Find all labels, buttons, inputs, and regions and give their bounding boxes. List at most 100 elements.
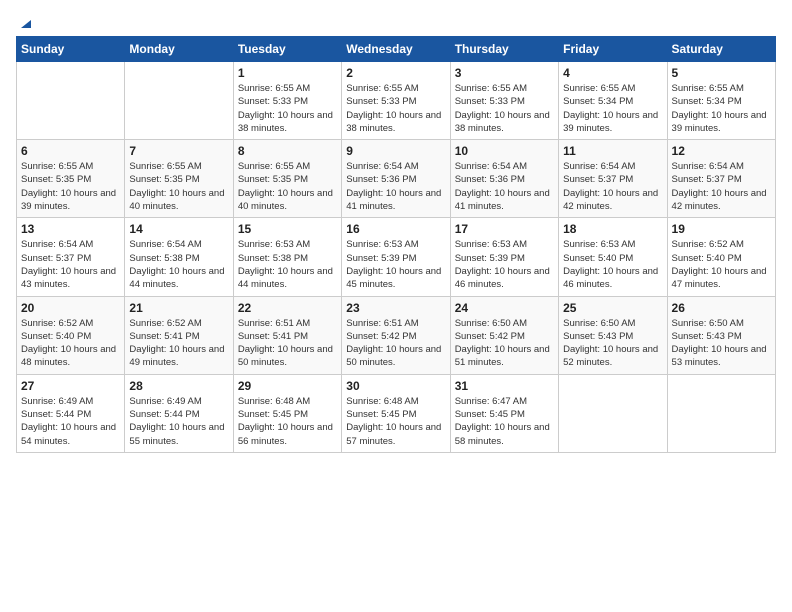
calendar-cell: 10 Sunrise: 6:54 AM Sunset: 5:36 PM Dayli… — [450, 140, 558, 218]
calendar-header-monday: Monday — [125, 37, 233, 62]
calendar-cell: 23 Sunrise: 6:51 AM Sunset: 5:42 PM Dayli… — [342, 296, 450, 374]
calendar-cell: 1Sunrise: 6:55 AM Sunset: 5:33 PM Daylig… — [233, 62, 341, 140]
day-number: 25 — [563, 301, 662, 315]
day-info: Sunrise: 6:52 AM Sunset: 5:41 PM Dayligh… — [129, 317, 228, 370]
day-info: Sunrise: 6:54 AM Sunset: 5:37 PM Dayligh… — [21, 238, 120, 291]
calendar-cell: 15 Sunrise: 6:53 AM Sunset: 5:38 PM Dayli… — [233, 218, 341, 296]
day-number: 3 — [455, 66, 554, 80]
calendar-cell: 4 Sunrise: 6:55 AM Sunset: 5:34 PM Daylig… — [559, 62, 667, 140]
calendar-cell: 6 Sunrise: 6:55 AM Sunset: 5:35 PM Daylig… — [17, 140, 125, 218]
calendar-cell — [559, 374, 667, 452]
day-number: 10 — [455, 144, 554, 158]
calendar-cell: 24 Sunrise: 6:50 AM Sunset: 5:42 PM Dayli… — [450, 296, 558, 374]
day-number: 29 — [238, 379, 337, 393]
calendar-header-thursday: Thursday — [450, 37, 558, 62]
day-number: 24 — [455, 301, 554, 315]
calendar-cell — [17, 62, 125, 140]
calendar-body: 1 Sunrise: 6:55 AM Sunset: 5:33 PM Daylig… — [17, 62, 776, 453]
day-info: Sunrise: 6:55 AM Sunset: 5:35 PM Dayligh… — [21, 160, 120, 213]
day-number: 4 — [563, 66, 662, 80]
day-info: Sunrise: 6:50 AM Sunset: 5:43 PM Dayligh… — [563, 317, 662, 370]
day-info: Sunrise: 6:55 AM Sunset: 5:35 PM Dayligh… — [238, 160, 337, 213]
calendar-cell: 28Sunrise: 6:49 AM Sunset: 5:44 PM Dayli… — [125, 374, 233, 452]
calendar-cell: 7 Sunrise: 6:55 AM Sunset: 5:35 PM Daylig… — [125, 140, 233, 218]
day-number: 20 — [21, 301, 120, 315]
day-number: 26 — [672, 301, 771, 315]
day-number: 15 — [238, 222, 337, 236]
calendar-cell: 14 Sunrise: 6:54 AM Sunset: 5:38 PM Dayli… — [125, 218, 233, 296]
day-number: 11 — [563, 144, 662, 158]
day-number: 18 — [563, 222, 662, 236]
day-number: 17 — [455, 222, 554, 236]
calendar-cell: 31 Sunrise: 6:47 AM Sunset: 5:45 PM Dayli… — [450, 374, 558, 452]
day-number: 23 — [346, 301, 445, 315]
day-info: Sunrise: 6:55 AM Sunset: 5:34 PM Dayligh… — [672, 82, 771, 135]
day-info: Sunrise: 6:55 AM Sunset: 5:33 PM Dayligh… — [346, 82, 445, 135]
day-info: Sunrise: 6:52 AM Sunset: 5:40 PM Dayligh… — [21, 317, 120, 370]
day-number: 7 — [129, 144, 228, 158]
page-header — [16, 16, 776, 26]
day-info: Sunrise: 6:53 AM Sunset: 5:39 PM Dayligh… — [455, 238, 554, 291]
day-info: Sunrise: 6:47 AM Sunset: 5:45 PM Dayligh… — [455, 395, 554, 448]
day-info: Sunrise: 6:55 AM Sunset: 5:35 PM Dayligh… — [129, 160, 228, 213]
calendar-cell: 11 Sunrise: 6:54 AM Sunset: 5:37 PM Dayli… — [559, 140, 667, 218]
day-number: 16 — [346, 222, 445, 236]
calendar-header-tuesday: Tuesday — [233, 37, 341, 62]
calendar-cell: 30 Sunrise: 6:48 AM Sunset: 5:45 PM Dayli… — [342, 374, 450, 452]
day-info: Sunrise: 6:54 AM Sunset: 5:37 PM Dayligh… — [563, 160, 662, 213]
day-number: 22 — [238, 301, 337, 315]
calendar-header-friday: Friday — [559, 37, 667, 62]
day-number: 1 — [238, 66, 337, 80]
day-number: 13 — [21, 222, 120, 236]
calendar-cell: 5Sunrise: 6:55 AM Sunset: 5:34 PM Daylig… — [667, 62, 775, 140]
day-number: 28 — [129, 379, 228, 393]
day-info: Sunrise: 6:49 AM Sunset: 5:44 PM Dayligh… — [21, 395, 120, 448]
day-info: Sunrise: 6:48 AM Sunset: 5:45 PM Dayligh… — [238, 395, 337, 448]
day-info: Sunrise: 6:54 AM Sunset: 5:36 PM Dayligh… — [346, 160, 445, 213]
calendar-cell: 26 Sunrise: 6:50 AM Sunset: 5:43 PM Dayli… — [667, 296, 775, 374]
calendar-cell — [667, 374, 775, 452]
day-info: Sunrise: 6:54 AM Sunset: 5:37 PM Dayligh… — [672, 160, 771, 213]
calendar-cell: 19Sunrise: 6:52 AM Sunset: 5:40 PM Dayli… — [667, 218, 775, 296]
calendar-cell: 21 Sunrise: 6:52 AM Sunset: 5:41 PM Dayli… — [125, 296, 233, 374]
day-info: Sunrise: 6:48 AM Sunset: 5:45 PM Dayligh… — [346, 395, 445, 448]
calendar-cell: 12Sunrise: 6:54 AM Sunset: 5:37 PM Dayli… — [667, 140, 775, 218]
calendar-cell — [125, 62, 233, 140]
logo — [16, 16, 33, 26]
calendar-header-row: SundayMondayTuesdayWednesdayThursdayFrid… — [17, 37, 776, 62]
day-number: 8 — [238, 144, 337, 158]
day-info: Sunrise: 6:54 AM Sunset: 5:38 PM Dayligh… — [129, 238, 228, 291]
calendar-cell: 20 Sunrise: 6:52 AM Sunset: 5:40 PM Dayli… — [17, 296, 125, 374]
calendar-header-saturday: Saturday — [667, 37, 775, 62]
calendar-week-2: 6 Sunrise: 6:55 AM Sunset: 5:35 PM Daylig… — [17, 140, 776, 218]
calendar-header-wednesday: Wednesday — [342, 37, 450, 62]
day-info: Sunrise: 6:51 AM Sunset: 5:42 PM Dayligh… — [346, 317, 445, 370]
calendar-cell: 29 Sunrise: 6:48 AM Sunset: 5:45 PM Dayli… — [233, 374, 341, 452]
calendar-cell: 8 Sunrise: 6:55 AM Sunset: 5:35 PM Daylig… — [233, 140, 341, 218]
day-number: 30 — [346, 379, 445, 393]
calendar-cell: 22Sunrise: 6:51 AM Sunset: 5:41 PM Dayli… — [233, 296, 341, 374]
calendar-table: SundayMondayTuesdayWednesdayThursdayFrid… — [16, 36, 776, 453]
day-number: 6 — [21, 144, 120, 158]
day-number: 31 — [455, 379, 554, 393]
calendar-week-4: 20 Sunrise: 6:52 AM Sunset: 5:40 PM Dayli… — [17, 296, 776, 374]
calendar-week-1: 1 Sunrise: 6:55 AM Sunset: 5:33 PM Daylig… — [17, 62, 776, 140]
day-number: 21 — [129, 301, 228, 315]
day-info: Sunrise: 6:53 AM Sunset: 5:39 PM Dayligh… — [346, 238, 445, 291]
day-info: Sunrise: 6:54 AM Sunset: 5:36 PM Dayligh… — [455, 160, 554, 213]
day-info: Sunrise: 6:53 AM Sunset: 5:38 PM Dayligh… — [238, 238, 337, 291]
calendar-cell: 25 Sunrise: 6:50 AM Sunset: 5:43 PM Dayli… — [559, 296, 667, 374]
calendar-cell: 9Sunrise: 6:54 AM Sunset: 5:36 PM Daylig… — [342, 140, 450, 218]
calendar-header-sunday: Sunday — [17, 37, 125, 62]
calendar-cell: 18Sunrise: 6:53 AM Sunset: 5:40 PM Dayli… — [559, 218, 667, 296]
day-info: Sunrise: 6:52 AM Sunset: 5:40 PM Dayligh… — [672, 238, 771, 291]
day-info: Sunrise: 6:55 AM Sunset: 5:33 PM Dayligh… — [455, 82, 554, 135]
day-info: Sunrise: 6:50 AM Sunset: 5:42 PM Dayligh… — [455, 317, 554, 370]
calendar-cell: 2Sunrise: 6:55 AM Sunset: 5:33 PM Daylig… — [342, 62, 450, 140]
day-info: Sunrise: 6:50 AM Sunset: 5:43 PM Dayligh… — [672, 317, 771, 370]
day-info: Sunrise: 6:55 AM Sunset: 5:34 PM Dayligh… — [563, 82, 662, 135]
day-number: 14 — [129, 222, 228, 236]
logo-icon — [17, 14, 33, 30]
calendar-cell: 16 Sunrise: 6:53 AM Sunset: 5:39 PM Dayli… — [342, 218, 450, 296]
calendar-week-5: 27Sunrise: 6:49 AM Sunset: 5:44 PM Dayli… — [17, 374, 776, 452]
